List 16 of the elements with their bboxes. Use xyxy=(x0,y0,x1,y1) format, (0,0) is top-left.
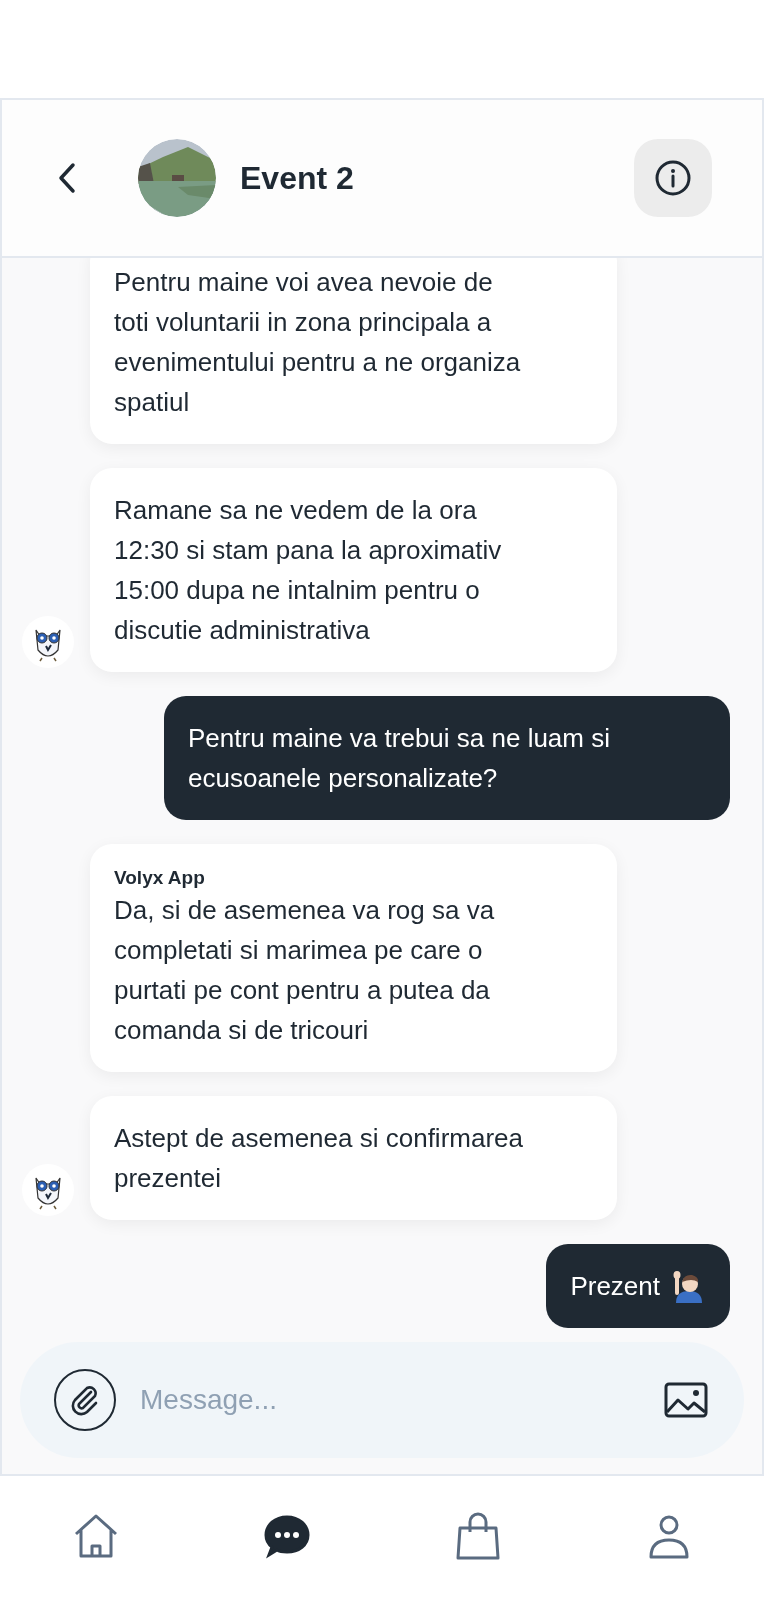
message-text: Ramane sa ne vedem de la ora 12:30 si stam pana la aproximativ 15:00 dupa ne intalnim pentru o discutie administrativa xyxy=(114,494,503,647)
message-text: Prezent xyxy=(570,1270,660,1303)
info-icon xyxy=(655,160,691,196)
message-text: Astept de asemenea si confirmarea prezentei xyxy=(114,1122,524,1195)
owl-avatar-icon xyxy=(22,616,74,668)
chat-title: Event 2 xyxy=(240,159,354,198)
back-icon xyxy=(57,162,77,194)
message-text: Pentru maine va trebui sa ne luam si ecusoanele personalizate? xyxy=(188,722,611,795)
image-icon xyxy=(664,1382,708,1418)
message-text: Pentru maine voi avea nevoie de toti voluntarii in zona principala a evenimentului pentru a ne organiza spatiul xyxy=(114,266,522,419)
message-composer[interactable]: Message... xyxy=(20,1342,744,1458)
owl-avatar-icon xyxy=(22,1164,74,1216)
attach-button[interactable] xyxy=(54,1369,116,1431)
info-button[interactable] xyxy=(634,139,712,217)
sender-name: Volyx App xyxy=(114,866,206,890)
message-text: Da, si de asemenea va rog sa va completati si marimea pe care o purtati pe cont pentru a putea da comanda si de tricouri xyxy=(114,894,496,1047)
